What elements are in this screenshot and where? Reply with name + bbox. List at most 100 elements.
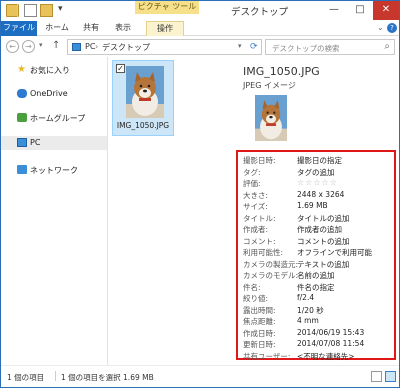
sidebar-item-pc[interactable]: PC: [1, 136, 107, 150]
prop-key: 焦点距離:: [243, 317, 276, 326]
prop-size: サイズ: 1.69 MB: [243, 201, 393, 212]
help-icon[interactable]: ?: [387, 23, 397, 33]
prop-value: 2014/06/19 15:43: [297, 327, 365, 337]
selection-checkbox[interactable]: ✓: [116, 64, 125, 73]
tab-file[interactable]: ファイル: [1, 21, 37, 36]
breadcrumb-desktop[interactable]: デスクトップ: [102, 42, 150, 53]
pc-icon: [72, 43, 81, 51]
close-button[interactable]: ✕: [373, 1, 399, 20]
new-folder-icon[interactable]: [40, 4, 53, 17]
address-field[interactable]: PC › デスクトップ ▾ ⟳: [67, 39, 262, 55]
network-icon: [17, 165, 27, 174]
tab-home[interactable]: ホーム: [45, 21, 69, 36]
prop-subject[interactable]: 件名: 件名の指定: [243, 282, 393, 293]
prop-key: 露出時間:: [243, 305, 276, 315]
prop-date-taken[interactable]: 撮影日時: 撮影日の指定: [243, 155, 393, 166]
homegroup-icon: [17, 113, 27, 122]
prop-availability[interactable]: 利用可能性: オフラインで利用可能: [243, 247, 393, 258]
cloud-icon: [17, 89, 27, 98]
prop-value: テキストの追加: [297, 259, 350, 269]
prop-value: 1/20 秒: [297, 305, 324, 315]
sidebar-item-label: PC: [30, 138, 41, 147]
prop-value: 作成者の追加: [297, 225, 342, 234]
prop-key: 件名:: [243, 282, 261, 292]
prop-title[interactable]: タイトル: タイトルの追加: [243, 213, 393, 224]
status-separator: [55, 371, 56, 381]
file-item[interactable]: ✓ IMG_1050.JPG: [112, 60, 174, 136]
details-view-icon[interactable]: [371, 371, 382, 382]
prop-value: 件名の指定: [297, 282, 335, 292]
sidebar-item-homegroup[interactable]: ホームグループ: [1, 111, 107, 125]
search-placeholder: デスクトップの検索: [272, 44, 340, 53]
prop-key: サイズ:: [243, 202, 268, 211]
prop-value: 撮影日の指定: [297, 156, 342, 165]
prop-key: タイトル:: [243, 213, 276, 223]
recent-locations-icon[interactable]: ▾: [39, 41, 43, 49]
tab-share[interactable]: 共有: [81, 21, 101, 36]
explorer-window: ▾ ピクチャ ツール デスクトップ — □ ✕ ファイル ホーム 共有 表示 操…: [0, 0, 400, 388]
quick-access-separator: [17, 4, 18, 17]
rating-stars[interactable]: ☆☆☆☆☆: [297, 178, 338, 187]
search-icon: ⌕: [384, 41, 390, 52]
prop-key: 共有ユーザー:: [243, 351, 291, 361]
prop-comments[interactable]: コメント: コメントの追加: [243, 236, 393, 247]
search-input[interactable]: デスクトップの検索 ⌕: [265, 39, 395, 55]
breadcrumb-separator: ›: [95, 42, 99, 51]
back-button[interactable]: ←: [6, 40, 19, 53]
prop-value: 2448 x 3264: [297, 189, 345, 199]
large-icons-view-icon[interactable]: [385, 371, 396, 382]
forward-button[interactable]: →: [22, 40, 35, 53]
sidebar-item-network[interactable]: ネットワーク: [1, 163, 107, 177]
prop-value: 1.69 MB: [297, 201, 328, 210]
sidebar-item-favorites[interactable]: ★ お気に入り: [1, 63, 107, 77]
prop-key: 評価:: [243, 179, 261, 188]
breadcrumb-pc[interactable]: PC: [85, 42, 95, 51]
address-bar-row: ← → ▾ ↑ PC › デスクトップ ▾ ⟳ デスクトップの検索 ⌕: [1, 37, 399, 57]
navigation-pane: ★ お気に入り OneDrive ホームグループ PC ネットワーク: [1, 57, 107, 365]
selection-info: 1 個の項目を選択 1.69 MB: [61, 373, 154, 382]
prop-value: 2014/07/08 11:54: [297, 339, 365, 348]
tab-manage[interactable]: 操作: [146, 21, 184, 36]
details-title: IMG_1050.JPG: [243, 65, 320, 78]
prop-rating[interactable]: 評価: ☆☆☆☆☆: [243, 178, 393, 189]
prop-value: オフラインで利用可能: [297, 248, 372, 257]
minimize-button[interactable]: —: [321, 1, 347, 20]
file-list: ✓ IMG_1050.JPG: [108, 57, 233, 365]
properties-icon[interactable]: [24, 4, 37, 17]
prop-dimensions: 大きさ: 2448 x 3264: [243, 190, 393, 201]
prop-key: コメント:: [243, 236, 276, 246]
pc-icon: [17, 138, 27, 147]
prop-key: タグ:: [243, 167, 261, 177]
maximize-button[interactable]: □: [347, 1, 373, 20]
prop-focal-length: 焦点距離: 4 mm: [243, 316, 393, 327]
prop-value: <不明な連絡先>: [297, 351, 355, 361]
up-button[interactable]: ↑: [52, 40, 60, 51]
sidebar-item-label: ホームグループ: [30, 114, 86, 123]
prop-shared-with: 共有ユーザー: <不明な連絡先>: [243, 351, 393, 362]
window-title: デスクトップ: [231, 7, 289, 18]
picture-tools-label: ピクチャ ツール: [135, 1, 199, 14]
prop-key: カメラの製造元:: [243, 259, 299, 269]
details-pane: IMG_1050.JPG JPEG イメージ 撮影日時: 撮影日の指定 タグ: タグ…: [233, 57, 399, 365]
prop-f-stop: 絞り値: f/2.4: [243, 293, 393, 304]
prop-key: 作成日時:: [243, 328, 276, 338]
expand-ribbon-icon[interactable]: ⌄: [377, 23, 384, 32]
prop-value: 4 mm: [297, 316, 319, 325]
sidebar-item-onedrive[interactable]: OneDrive: [1, 87, 107, 101]
dog-photo-preview: [255, 95, 287, 141]
refresh-icon[interactable]: ⟳: [250, 42, 258, 52]
tab-view[interactable]: 表示: [113, 21, 133, 36]
customize-toolbar-icon[interactable]: ▾: [58, 4, 63, 14]
title-bar: ▾ ピクチャ ツール デスクトップ — □ ✕: [1, 1, 399, 21]
prop-date-created: 作成日時: 2014/06/19 15:43: [243, 328, 393, 339]
prop-key: 更新日時:: [243, 340, 276, 349]
prop-value: 名前の追加: [297, 271, 335, 280]
address-dropdown-icon[interactable]: ▾: [238, 42, 242, 50]
prop-authors[interactable]: 作成者: 作成者の追加: [243, 224, 393, 235]
prop-tags[interactable]: タグ: タグの追加: [243, 167, 393, 178]
sidebar-item-label: ネットワーク: [30, 166, 78, 175]
status-bar: 1 個の項目 1 個の項目を選択 1.69 MB: [1, 365, 399, 387]
prop-camera-model[interactable]: カメラのモデル: 名前の追加: [243, 270, 393, 281]
prop-camera-maker[interactable]: カメラの製造元: テキストの追加: [243, 259, 393, 270]
prop-key: 作成者:: [243, 225, 269, 234]
